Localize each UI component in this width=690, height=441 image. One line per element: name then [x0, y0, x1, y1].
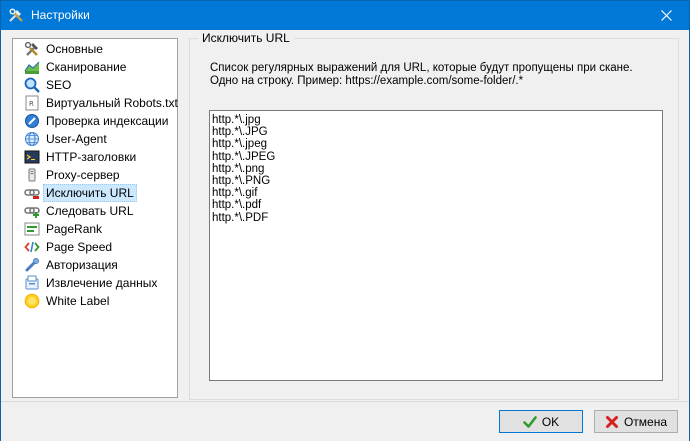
sidebar-item-1[interactable]: Основные [14, 40, 176, 58]
window-title: Настройки [31, 8, 90, 22]
sidebar-item-label: White Label [46, 294, 110, 308]
sidebar-item-label: Виртуальный Robots.txt [46, 96, 178, 110]
settings-window: Настройки Основные Сканирование SEO R Виртуа… [0, 0, 690, 441]
sidebar-item-5[interactable]: Проверка индексации [14, 112, 176, 130]
chart-icon [24, 61, 40, 74]
close-icon [660, 10, 672, 21]
pattern-line: http.*\.JPEG [212, 150, 276, 163]
pagerank-icon [24, 222, 40, 236]
code-icon [24, 241, 40, 253]
sidebar-item-label: Извлечение данных [46, 276, 158, 290]
sidebar-item-9[interactable]: Исключить URL [14, 184, 176, 202]
sidebar-item-label: SEO [46, 78, 72, 92]
description: Список регулярных выражений для URL, кот… [210, 62, 670, 88]
follow-link-icon [24, 207, 40, 218]
description-line-1: Список регулярных выражений для URL, кот… [210, 62, 633, 74]
robots-file-icon: R [25, 95, 39, 111]
pattern-line: http.*\.PDF [212, 211, 269, 224]
key-icon [25, 258, 39, 272]
sidebar-item-label: Проверка индексации [46, 114, 169, 128]
sidebar-item-8[interactable]: Proxy-сервер [14, 166, 176, 184]
pattern-line: http.*\.gif [212, 187, 258, 200]
sidebar-item-12[interactable]: Page Speed [14, 238, 176, 256]
magnifier-icon [24, 77, 40, 93]
sidebar-item-label: Следовать URL [46, 204, 134, 218]
checkmark-icon [523, 415, 537, 428]
sidebar-item-10[interactable]: Следовать URL [14, 202, 176, 220]
sidebar-item-3[interactable]: SEO [14, 76, 176, 94]
sidebar-item-4[interactable]: R Виртуальный Robots.txt [14, 94, 178, 112]
settings-nav-tree[interactable]: Основные Сканирование SEO R Виртуальный Robo… [12, 38, 178, 398]
tools-icon [24, 41, 38, 56]
sidebar-item-label: HTTP-заголовки [46, 150, 137, 164]
sidebar-item-label: Исключить URL [43, 184, 137, 202]
dialog-client: Основные Сканирование SEO R Виртуальный Robo… [1, 30, 689, 440]
pattern-line: http.*\.pdf [212, 199, 262, 212]
index-check-icon [25, 114, 39, 128]
extract-icon [25, 275, 39, 290]
sidebar-item-14[interactable]: Извлечение данных [14, 274, 176, 292]
exclude-patterns-textarea[interactable]: http.*\.jpg http.*\.JPG http.*\.jpeg http.*… [209, 110, 663, 381]
pattern-line: http.*\.png [212, 162, 265, 175]
group-title: Исключить URL [198, 31, 294, 45]
exclude-url-group: Исключить URL Список регулярных выражени… [189, 31, 679, 400]
sidebar-item-2[interactable]: Сканирование [14, 58, 176, 76]
globe-icon [25, 132, 39, 146]
ok-label: OK [541, 414, 560, 429]
cancel-label: Отмена [623, 414, 668, 429]
svg-text:R: R [29, 100, 34, 108]
close-button[interactable] [643, 1, 689, 30]
description-line-2: Одно на строку. Пример: https://example.… [210, 75, 524, 87]
pattern-line: http.*\.PNG [212, 175, 271, 188]
pattern-line: http.*\.jpg [212, 114, 261, 126]
pattern-line: http.*\.jpeg [212, 138, 267, 151]
title-bar[interactable]: Настройки [1, 1, 689, 30]
sidebar-item-label: Proxy-сервер [46, 168, 120, 182]
dialog-footer: OK Отмена [1, 401, 689, 441]
proxy-icon [28, 168, 36, 182]
cross-icon [605, 415, 618, 428]
exclude-link-icon [24, 189, 40, 199]
sidebar-item-6[interactable]: User-Agent [14, 130, 176, 148]
sidebar-item-label: Авторизация [46, 258, 118, 272]
sidebar-item-label: Page Speed [46, 240, 113, 254]
ok-button[interactable]: OK [499, 410, 583, 433]
terminal-icon [24, 150, 40, 164]
sidebar-item-label: User-Agent [46, 132, 107, 146]
sidebar-item-15[interactable]: White Label [14, 292, 176, 310]
sidebar-item-13[interactable]: Авторизация [14, 256, 176, 274]
sidebar-item-label: Основные [46, 42, 103, 56]
sidebar-item-7[interactable]: HTTP-заголовки [14, 148, 176, 166]
sidebar-item-label: PageRank [46, 222, 103, 236]
sun-icon [24, 293, 40, 309]
sidebar-item-label: Сканирование [46, 60, 127, 74]
cancel-button[interactable]: Отмена [594, 410, 678, 433]
tools-icon [9, 8, 23, 22]
sidebar-item-11[interactable]: PageRank [14, 220, 176, 238]
pattern-line: http.*\.JPG [212, 126, 268, 139]
